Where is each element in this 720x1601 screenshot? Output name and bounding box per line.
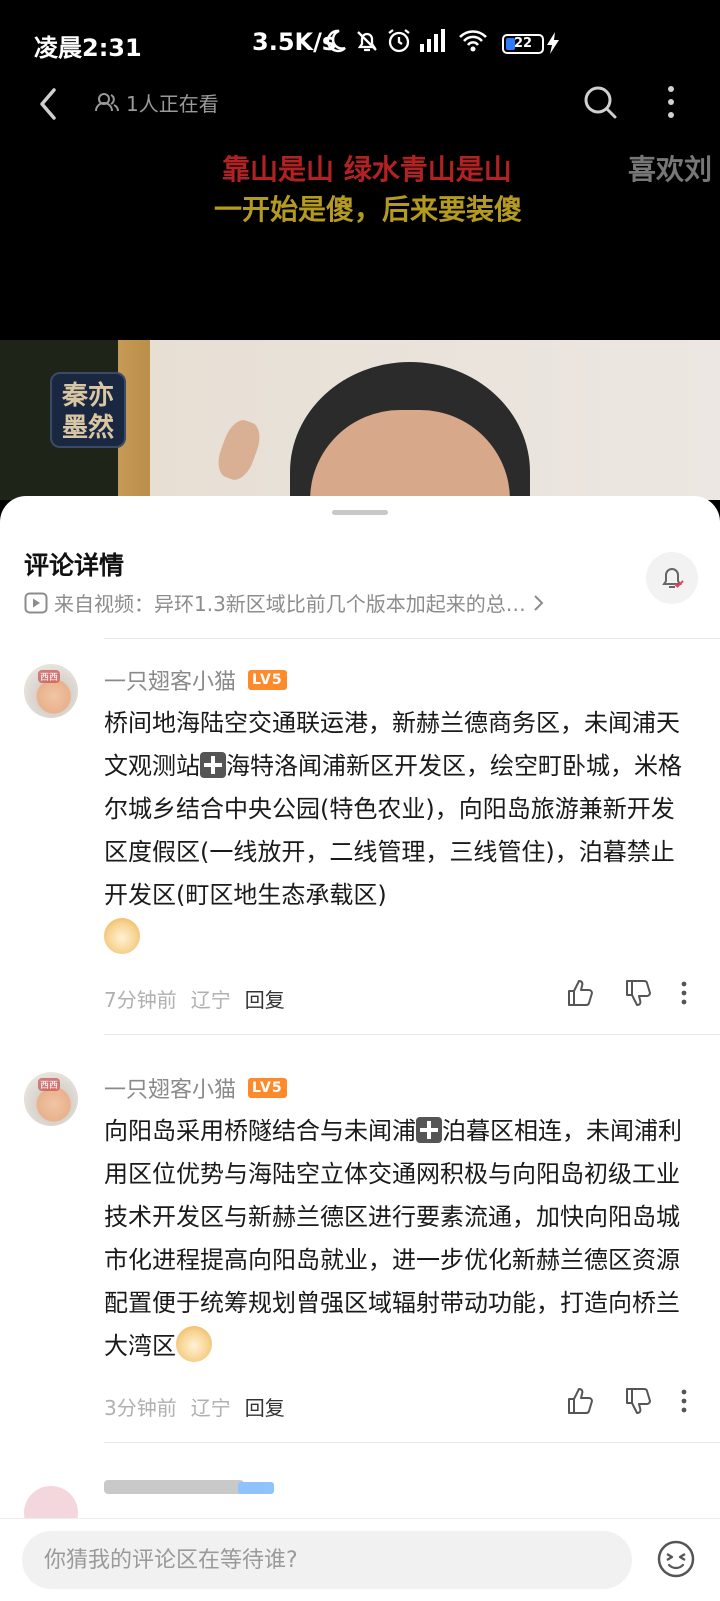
comment-location: 辽宁	[190, 1396, 231, 1420]
divider	[104, 1034, 720, 1035]
more-icon[interactable]	[680, 1388, 688, 1414]
signal-icon	[420, 29, 445, 52]
comment-text-part: 向阳岛采用桥隧结合与未闻浦	[104, 1117, 416, 1145]
avatar[interactable]: 西西	[24, 664, 78, 718]
charging-icon	[547, 32, 559, 54]
comment-input-bar	[0, 1518, 720, 1601]
divider	[104, 1442, 720, 1443]
danmaku-comment: 一开始是傻，后来要装傻	[214, 193, 523, 226]
danmaku-comment: 喜欢刘	[628, 153, 713, 186]
more-icon[interactable]	[664, 84, 678, 120]
comment-meta: 7分钟前 辽宁 回复	[104, 984, 285, 1013]
play-icon	[24, 592, 48, 613]
danmaku-comment: 靠山是山 绿水青山是山	[222, 153, 512, 186]
reply-button[interactable]: 回复	[245, 1392, 285, 1421]
thumbs-down-icon[interactable]	[624, 1386, 654, 1416]
comment-location: 辽宁	[190, 988, 231, 1012]
comment-user[interactable]: 一只翅客小猫 LV5	[104, 1072, 287, 1104]
moon-icon	[326, 29, 346, 53]
level-badge	[238, 1482, 274, 1494]
level-badge: LV5	[248, 670, 287, 690]
comment-text[interactable]: 桥间地海陆空交通联运港，新赫兰德商务区，未闻浦天文观测站 海特洛闻浦新区开发区，绘…	[104, 702, 696, 960]
reply-button[interactable]: 回复	[245, 984, 285, 1013]
comment-input[interactable]	[22, 1531, 632, 1589]
sheet-grabber[interactable]	[332, 510, 388, 515]
video-top-bar: 1人正在看 靠山是山 绿水青山是山 喜欢刘 一开始是傻，后来要装傻	[0, 84, 720, 340]
comment-actions	[566, 978, 688, 1008]
back-icon[interactable]	[30, 84, 70, 124]
channel-logo: 秦亦墨然	[50, 372, 126, 448]
alarm-icon	[388, 29, 410, 53]
viewer-count-text: 1人正在看	[126, 92, 219, 116]
doge-emoji-icon	[176, 1326, 212, 1362]
level-badge: LV5	[248, 1078, 287, 1098]
comment-meta: 3分钟前 辽宁 回复	[104, 1392, 285, 1421]
video-player[interactable]: 秦亦墨然	[0, 340, 720, 500]
avatar[interactable]: 西西	[24, 1072, 78, 1126]
thumbs-up-icon[interactable]	[566, 1386, 596, 1416]
comment-time: 3分钟前	[104, 1396, 177, 1420]
status-time: 凌晨2:31	[34, 34, 142, 62]
username[interactable]: 一只翅客小猫	[104, 664, 236, 696]
notify-button[interactable]	[646, 552, 698, 604]
source-video-title: 来自视频：异环1.3新区域比前几个版本加起来的总…	[54, 592, 526, 616]
chevron-right-icon	[534, 594, 544, 611]
comment-time: 7分钟前	[104, 988, 177, 1012]
comment-text[interactable]: 向阳岛采用桥隧结合与未闻浦 泊暮区相连，未闻浦利用区位优势与海陆空立体交通网积极与…	[104, 1110, 696, 1368]
thumbs-up-icon[interactable]	[566, 978, 596, 1008]
username[interactable]: 一只翅客小猫	[104, 1072, 236, 1104]
wifi-icon	[459, 30, 487, 52]
battery-indicator: 22	[502, 34, 544, 54]
plus-emoji-icon	[200, 752, 226, 778]
video-hand	[212, 415, 266, 485]
mute-bell-icon	[357, 31, 377, 52]
people-icon	[95, 92, 119, 111]
username-placeholder	[104, 1480, 244, 1494]
emoji-icon[interactable]	[656, 1539, 696, 1579]
doge-emoji-icon	[104, 918, 140, 954]
plus-emoji-icon	[416, 1117, 442, 1143]
viewer-count: 1人正在看	[94, 88, 219, 117]
thumbs-down-icon[interactable]	[624, 978, 654, 1008]
comment-detail-sheet: 评论详情 来自视频：异环1.3新区域比前几个版本加起来的总… 西西 一只翅客小猫…	[0, 496, 720, 1600]
comment-actions	[566, 1386, 688, 1416]
search-icon[interactable]	[582, 84, 618, 120]
sheet-title: 评论详情	[24, 551, 125, 580]
comment-text-part: 泊暮区相连，未闻浦利用区位优势与海陆空立体交通网积极与向阳岛初级工业技术开发区与…	[104, 1117, 682, 1360]
source-video-link[interactable]: 来自视频：异环1.3新区域比前几个版本加起来的总…	[24, 588, 584, 617]
more-icon[interactable]	[680, 980, 688, 1006]
status-bar: 凌晨2:31 3.5K/s 22	[0, 0, 720, 84]
bell-icon	[662, 568, 684, 588]
comment-user[interactable]: 一只翅客小猫 LV5	[104, 664, 287, 696]
battery-level: 22	[513, 36, 533, 51]
divider	[104, 638, 720, 639]
